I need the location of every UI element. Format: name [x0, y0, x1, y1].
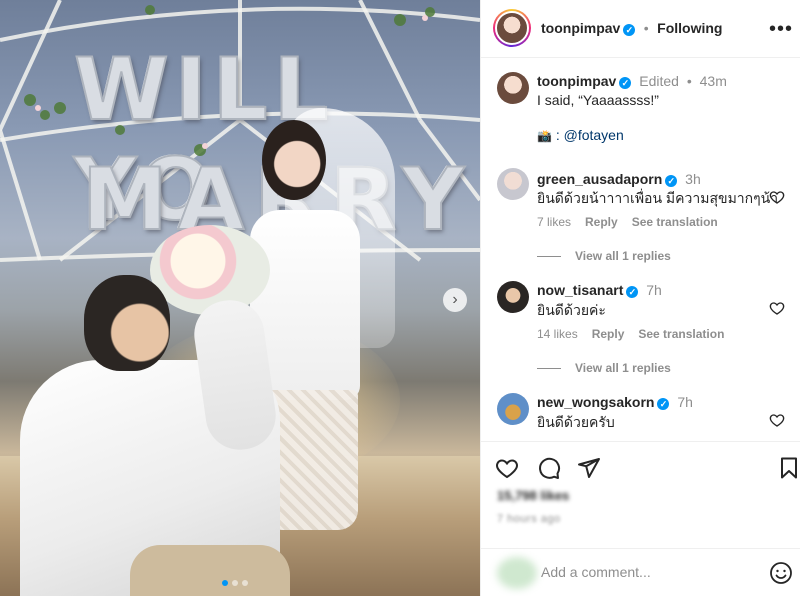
comment-likes[interactable]: 14 likes	[537, 327, 578, 341]
comment-header: now_tisanart ✓ 7h	[537, 282, 662, 298]
comment-username[interactable]: green_ausadaporn	[537, 171, 662, 187]
caption-header: toonpimpav ✓ Edited • 43m	[537, 73, 727, 89]
post-photo[interactable]: WILL YO MARRY ›	[0, 0, 480, 596]
flower-bouquet	[150, 225, 270, 315]
verified-badge-icon: ✓	[619, 77, 632, 89]
comment-meta: 7 likes Reply See translation	[537, 215, 718, 229]
comment-avatar[interactable]	[497, 393, 529, 425]
edited-label: Edited	[639, 73, 679, 89]
comment-avatar[interactable]	[497, 281, 529, 313]
comment-time: 3h	[685, 171, 701, 187]
bride-head	[262, 120, 326, 200]
carousel-dot	[232, 580, 238, 586]
comment-input[interactable]	[541, 561, 761, 583]
caption-avatar[interactable]	[497, 72, 529, 104]
header-separator: •	[643, 20, 649, 36]
comment-meta: 14 likes Reply See translation	[537, 327, 724, 341]
groom-pants	[130, 545, 290, 596]
smiley-icon[interactable]	[769, 561, 793, 585]
heart-icon[interactable]	[769, 189, 785, 205]
caption-username[interactable]: toonpimpav	[537, 73, 616, 89]
post-timestamp: 7 hours ago	[497, 513, 561, 525]
verified-badge-icon: ✓	[657, 398, 670, 410]
view-replies-button[interactable]: View all 1 replies	[537, 249, 671, 263]
see-translation-button[interactable]: See translation	[638, 327, 724, 341]
comment-text: ยินดีด้วยน้าาาาเพื่อน มีความสุขมากๆน้า	[537, 190, 779, 206]
comment-header: green_ausadaporn ✓ 3h	[537, 171, 701, 187]
owner-avatar[interactable]	[493, 9, 531, 47]
post-side-panel: toonpimpav ✓ • Following ••• toonpimpav ✓ …	[480, 0, 800, 596]
header-user-line: toonpimpav ✓ • Following	[541, 20, 722, 38]
view-replies-button[interactable]: View all 1 replies	[537, 361, 671, 375]
avatar-image	[495, 11, 529, 45]
caption-text: I said, “Yaaaassss!”	[537, 92, 659, 108]
verified-badge-icon: ✓	[665, 175, 678, 187]
comment-header: new_wongsakorn ✓ 7h	[537, 394, 693, 410]
carousel-dots	[222, 580, 248, 586]
credit-mention-link[interactable]: : @fotayen	[556, 127, 624, 143]
groom-head	[84, 275, 170, 371]
comment-icon[interactable]	[537, 456, 561, 480]
comment-text: ยินดีด้วยค่ะ	[537, 302, 606, 318]
see-translation-button[interactable]: See translation	[632, 215, 718, 229]
post-header: toonpimpav ✓ • Following •••	[481, 0, 800, 58]
reply-button[interactable]: Reply	[592, 327, 625, 341]
verified-badge-icon: ✓	[626, 286, 639, 298]
comment-username[interactable]: now_tisanart	[537, 282, 623, 298]
camera-icon: 📸	[537, 129, 552, 143]
chevron-right-icon: ›	[452, 291, 458, 308]
comment-avatar[interactable]	[497, 168, 529, 200]
caption-credit: 📸 : @fotayen	[537, 127, 624, 143]
comment-text: ยินดีด้วยครับ	[537, 414, 615, 430]
following-button[interactable]: Following	[657, 20, 722, 36]
likes-count[interactable]: 15,798 likes	[497, 488, 569, 503]
heart-icon[interactable]	[769, 300, 785, 316]
comment-username[interactable]: new_wongsakorn	[537, 394, 654, 410]
comment-time: 7h	[646, 282, 662, 298]
like-heart-icon[interactable]	[495, 456, 519, 480]
verified-badge-icon: ✓	[623, 24, 636, 36]
caption-separator: •	[686, 73, 692, 89]
add-comment-bar	[481, 548, 800, 596]
header-username[interactable]: toonpimpav	[541, 20, 620, 36]
more-options-icon[interactable]: •••	[769, 18, 793, 41]
share-icon[interactable]	[577, 456, 601, 480]
current-user-avatar	[497, 557, 537, 589]
carousel-dot	[242, 580, 248, 586]
heart-icon[interactable]	[769, 412, 785, 428]
carousel-next-button[interactable]: ›	[443, 288, 467, 312]
reply-button[interactable]: Reply	[585, 215, 618, 229]
bookmark-icon[interactable]	[777, 456, 800, 480]
comment-likes[interactable]: 7 likes	[537, 215, 571, 229]
carousel-dot	[222, 580, 228, 586]
caption-time: 43m	[699, 73, 727, 89]
comment-time: 7h	[677, 394, 693, 410]
